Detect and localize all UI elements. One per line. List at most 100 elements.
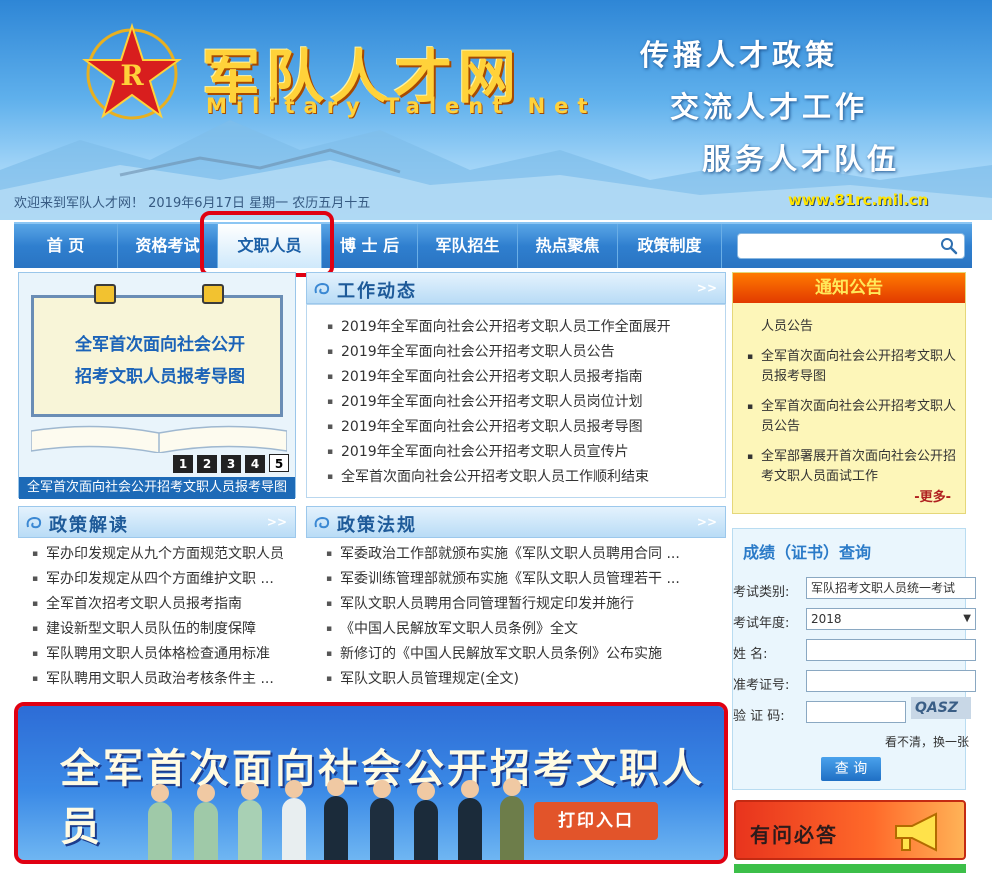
slide-board: 全军首次面向社会公开 招考文职人员报考导图 — [31, 284, 283, 417]
exam-type-value: 军队招考文职人员统一考试 — [811, 581, 956, 595]
section-swirl-icon — [26, 516, 42, 529]
policy-law-list: 军委政治工作部就颁布实施《军队文职人员聘用合同 ... 军委训练管理部就颁布实施… — [306, 542, 726, 692]
slide-caption[interactable]: 全军首次面向社会公开招考文职人员报考导图 — [19, 477, 295, 499]
slogan-3: 服务人才队伍 — [702, 142, 901, 176]
captcha-image[interactable]: QASZ — [911, 697, 971, 719]
faq-banner[interactable]: 有问必答 — [734, 800, 966, 860]
site-subtitle: Military Talent Net — [206, 94, 597, 118]
work-news-more-link[interactable]: >> — [697, 281, 717, 295]
name-input[interactable] — [806, 639, 976, 661]
exam-year-select[interactable]: 2018 ▼ — [806, 608, 976, 630]
notice-more-link[interactable]: -更多- — [914, 486, 951, 505]
faq-label: 有问必答 — [750, 823, 838, 847]
notice-board: 通知公告 人员公告 全军首次面向社会公开招考文职人员报考导图 全军首次面向社会公… — [732, 272, 966, 514]
list-item[interactable]: 军委训练管理部就颁布实施《军队文职人员管理若干 ... — [306, 567, 726, 592]
notice-item[interactable]: 人员公告 — [743, 317, 957, 337]
notice-header: 通知公告 — [733, 273, 965, 303]
list-item[interactable]: 2019年全军面向社会公开招考文职人员报考导图 — [307, 415, 725, 440]
policy-law-panel: 军委政治工作部就颁布实施《军队文职人员聘用合同 ... 军委训练管理部就颁布实施… — [306, 538, 726, 702]
exam-type-label: 考试类别: — [733, 585, 790, 600]
slider-page-5[interactable]: 5 — [269, 454, 289, 472]
nav-highlight-annotation — [200, 211, 334, 277]
policy-read-header: 政策解读 >> — [18, 506, 296, 538]
nav-policy-system[interactable]: 政策制度 — [618, 224, 722, 268]
slide-line-2: 招考文职人员报考导图 — [75, 367, 245, 387]
list-item[interactable]: 军办印发规定从四个方面维护文职 ... — [18, 567, 296, 592]
name-label: 姓 名: — [733, 647, 768, 662]
search-input[interactable] — [737, 233, 965, 259]
site-url[interactable]: www.81rc.mil.cn — [788, 191, 928, 209]
list-item[interactable]: 全军首次招考文职人员报考指南 — [18, 592, 296, 617]
slide-line-1: 全军首次面向社会公开 — [75, 335, 245, 355]
list-item[interactable]: 军办印发规定从九个方面规范文职人员 — [18, 542, 296, 567]
megaphone-icon — [895, 812, 937, 852]
notice-item[interactable]: 全军首次面向社会公开招考文职人员公告 — [743, 397, 957, 437]
nav-home[interactable]: 首 页 — [14, 224, 118, 268]
work-news-header: 工作动态 >> — [306, 272, 726, 304]
green-banner-strip[interactable] — [734, 864, 966, 873]
list-item[interactable]: 新修订的《中国人民解放军文职人员条例》公布实施 — [306, 642, 726, 667]
ticket-number-input[interactable] — [806, 670, 976, 692]
open-book-icon — [31, 425, 287, 453]
binder-clip-icon — [202, 284, 224, 304]
nav-hot-topics[interactable]: 热点聚焦 — [518, 224, 618, 268]
policy-read-more-link[interactable]: >> — [267, 515, 287, 529]
exam-type-select[interactable]: 军队招考文职人员统一考试 — [806, 577, 976, 599]
captcha-refresh-link[interactable]: 看不清，换一张 — [885, 733, 969, 750]
list-item[interactable]: 军队聘用文职人员体格检查通用标准 — [18, 642, 296, 667]
slider-pagination: 12345 — [173, 453, 293, 473]
list-item[interactable]: 军委政治工作部就颁布实施《军队文职人员聘用合同 ... — [306, 542, 726, 567]
notice-item[interactable]: 全军部署展开首次面向社会公开招考文职人员面试工作 — [743, 447, 957, 487]
section-swirl-icon — [314, 282, 330, 295]
notice-item[interactable]: 全军首次面向社会公开招考文职人员报考导图 — [743, 347, 957, 387]
list-item[interactable]: 2019年全军面向社会公开招考文职人员公告 — [307, 340, 725, 365]
list-item[interactable]: 建设新型文职人员队伍的制度保障 — [18, 617, 296, 642]
list-item[interactable]: 军队文职人员管理规定(全文) — [306, 667, 726, 692]
exam-year-value: 2018 — [811, 612, 842, 626]
policy-read-panel: 军办印发规定从九个方面规范文职人员 军办印发规定从四个方面维护文职 ... 全军… — [18, 538, 296, 702]
slider-page-2[interactable]: 2 — [197, 455, 217, 473]
policy-read-list: 军办印发规定从九个方面规范文职人员 军办印发规定从四个方面维护文职 ... 全军… — [18, 542, 296, 692]
slogan-1: 传播人才政策 — [640, 38, 839, 72]
work-news-title: 工作动态 — [337, 281, 417, 302]
banner-highlight-annotation — [14, 702, 728, 864]
list-item[interactable]: 军队聘用文职人员政治考核条件主 ... — [18, 667, 296, 692]
welcome-date-text: 欢迎来到军队人才网！ 2019年6月17日 星期一 农历五月十五 — [14, 196, 371, 211]
nav-postdoc[interactable]: 博 士 后 — [322, 224, 418, 268]
list-item[interactable]: 军队文职人员聘用合同管理暂行规定印发并施行 — [306, 592, 726, 617]
slider-page-1[interactable]: 1 — [173, 455, 193, 473]
svg-text:R: R — [120, 59, 144, 92]
captcha-input[interactable] — [806, 701, 906, 723]
captcha-label: 验 证 码: — [733, 709, 785, 724]
notice-list: 人员公告 全军首次面向社会公开招考文职人员报考导图 全军首次面向社会公开招考文职… — [743, 317, 957, 497]
policy-law-more-link[interactable]: >> — [697, 515, 717, 529]
work-news-panel: 2019年全军面向社会公开招考文职人员工作全面展开 2019年全军面向社会公开招… — [306, 304, 726, 498]
site-header: R 军队人才网 Military Talent Net 传播人才政策 交流人才工… — [0, 0, 992, 220]
exam-year-label: 考试年度: — [733, 616, 790, 631]
list-item[interactable]: 《中国人民解放军文职人员条例》全文 — [306, 617, 726, 642]
search-icon[interactable] — [940, 237, 958, 255]
policy-law-header: 政策法规 >> — [306, 506, 726, 538]
query-button[interactable]: 查 询 — [821, 757, 881, 781]
nav-military-enrollment[interactable]: 军队招生 — [418, 224, 518, 268]
list-item[interactable]: 全军首次面向社会公开招考文职人员工作顺利结束 — [307, 465, 725, 490]
list-item[interactable]: 2019年全军面向社会公开招考文职人员宣传片 — [307, 440, 725, 465]
policy-law-title: 政策法规 — [337, 515, 417, 536]
slider-page-3[interactable]: 3 — [221, 455, 241, 473]
military-star-logo: R — [82, 22, 182, 120]
ticket-number-label: 准考证号: — [733, 678, 790, 693]
notice-title: 通知公告 — [815, 278, 883, 298]
chevron-down-icon: ▼ — [963, 613, 971, 624]
list-item[interactable]: 2019年全军面向社会公开招考文职人员工作全面展开 — [307, 315, 725, 340]
list-item[interactable]: 2019年全军面向社会公开招考文职人员岗位计划 — [307, 390, 725, 415]
policy-read-title: 政策解读 — [49, 515, 129, 536]
section-swirl-icon — [314, 516, 330, 529]
score-query-panel: 成绩（证书）查询 考试类别: 军队招考文职人员统一考试 考试年度: 2018 ▼… — [732, 528, 976, 790]
slogan-2: 交流人才工作 — [670, 90, 869, 124]
image-slider[interactable]: 全军首次面向社会公开 招考文职人员报考导图 12345 全军首次面向社会公开招考… — [18, 272, 296, 499]
binder-clip-icon — [94, 284, 116, 304]
work-news-list: 2019年全军面向社会公开招考文职人员工作全面展开 2019年全军面向社会公开招… — [307, 315, 725, 490]
score-query-title: 成绩（证书）查询 — [743, 543, 872, 562]
slider-page-4[interactable]: 4 — [245, 455, 265, 473]
list-item[interactable]: 2019年全军面向社会公开招考文职人员报考指南 — [307, 365, 725, 390]
